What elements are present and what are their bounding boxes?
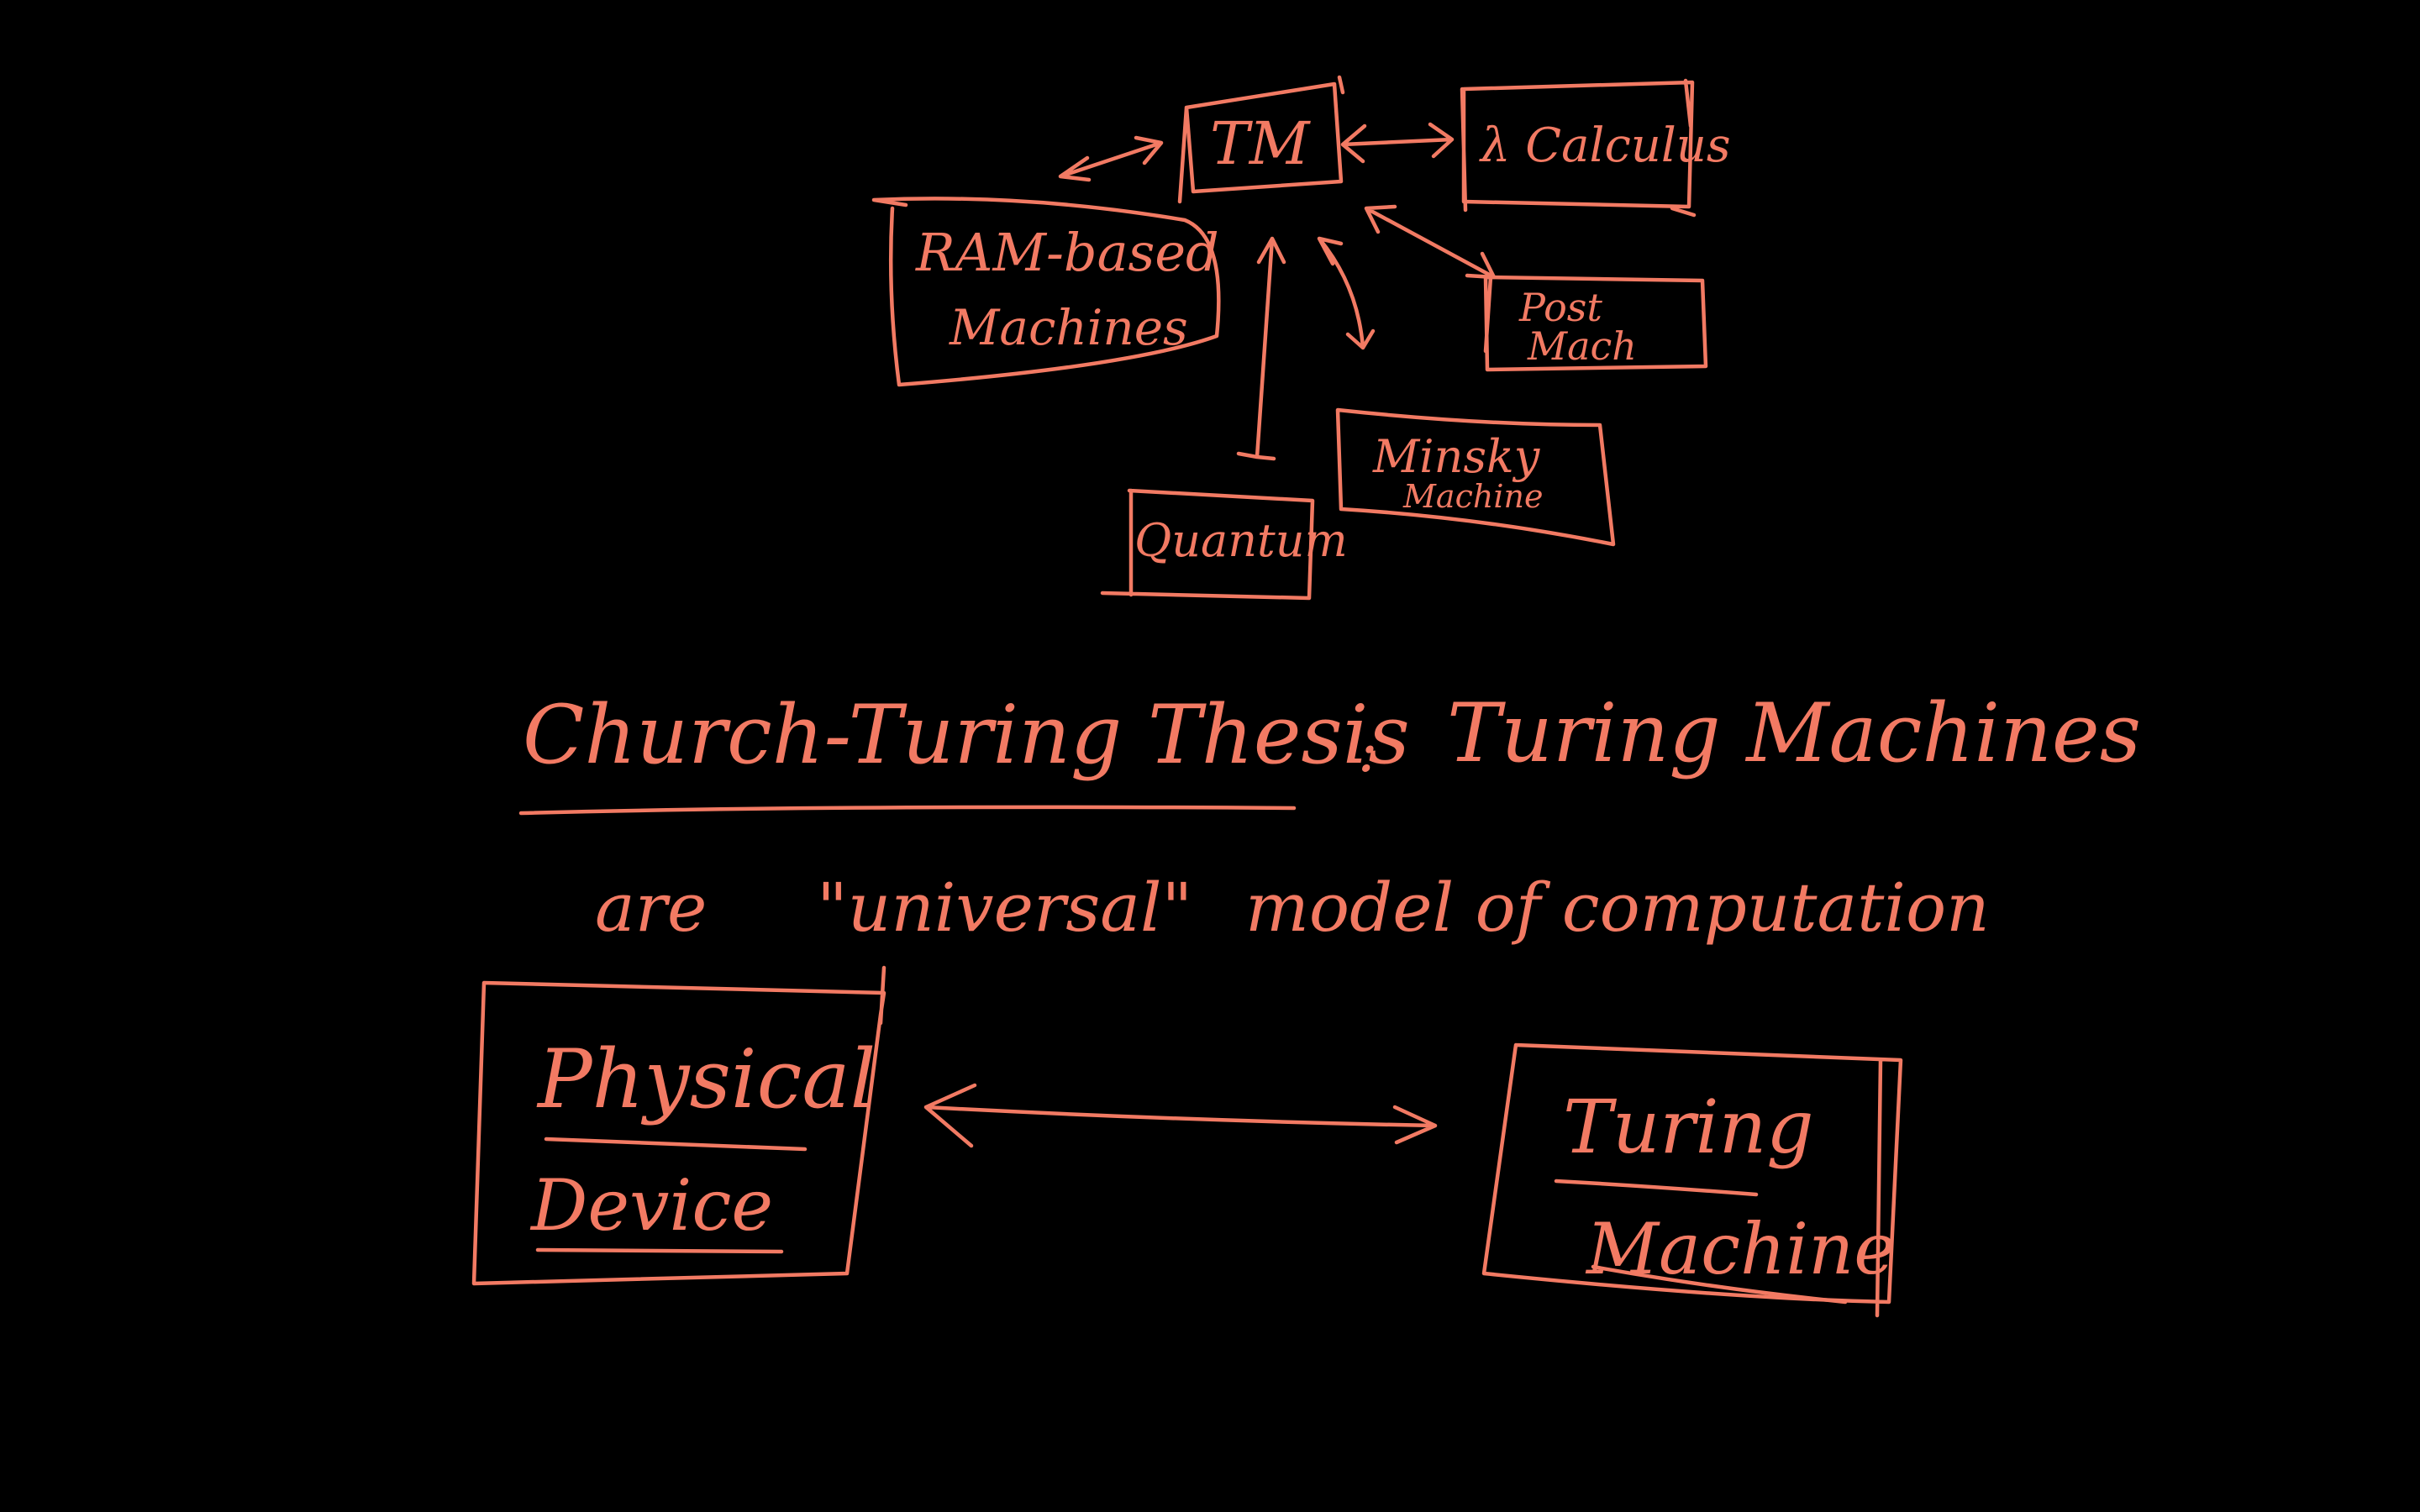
arrow-tm-minsky <box>1317 236 1376 350</box>
thesis-line1: Turing Machines <box>1447 686 2141 780</box>
arrow-tm-lambda <box>1340 122 1455 164</box>
arrow-tm-post <box>1364 204 1497 280</box>
minsky-label-line1: Minsky <box>1372 430 1541 483</box>
lambda-calculus-label: λ Calculus <box>1479 118 1731 173</box>
whiteboard: TM λ Calculus RAM-based Machines Post Ma… <box>471 75 2141 1318</box>
thesis-line2-rest: model of computation <box>1245 869 1990 947</box>
machine-label: Machine <box>1585 1208 1896 1290</box>
physical-underline <box>544 1137 808 1152</box>
thesis-line2-universal: "universal" <box>817 869 1192 947</box>
thesis-title: Church-Turing Thesis <box>523 688 1410 782</box>
arrow-tm-quantum <box>1236 236 1286 461</box>
equivalence-arrow <box>923 1083 1438 1148</box>
turing-label: Turing <box>1563 1084 1814 1170</box>
thesis-line2-are: are <box>595 869 707 947</box>
arrow-ram-tm <box>1058 135 1164 182</box>
device-underline <box>535 1247 784 1254</box>
thesis-title-underline <box>518 805 1297 816</box>
quantum-label: Quantum <box>1134 514 1348 567</box>
thesis-colon: : <box>1358 717 1378 785</box>
ram-label-line1: RAM-based <box>915 222 1219 283</box>
device-label: Device <box>529 1164 773 1247</box>
turing-underline <box>1554 1179 1759 1197</box>
post-label-line2: Mach <box>1527 323 1637 369</box>
ram-label-line2: Machines <box>949 299 1188 356</box>
physical-label: Physical <box>536 1032 876 1126</box>
tm-label: TM <box>1210 109 1312 178</box>
minsky-label-line2: Machine <box>1402 478 1543 515</box>
